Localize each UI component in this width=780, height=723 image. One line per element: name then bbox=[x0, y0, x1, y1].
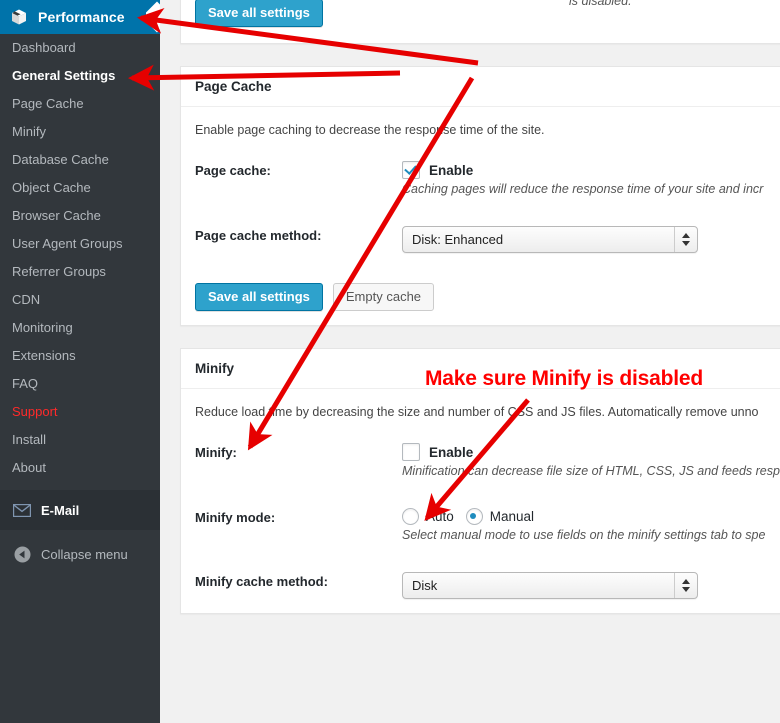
minify-description: Reduce load time by decreasing the size … bbox=[195, 405, 759, 419]
page-cache-method-value: Disk: Enhanced bbox=[412, 232, 504, 247]
sidebar-divider bbox=[0, 482, 160, 490]
sidebar-item-monitoring[interactable]: Monitoring bbox=[0, 314, 160, 342]
sidebar-item-page-cache[interactable]: Page Cache bbox=[0, 90, 160, 118]
page-cache-enable-checkbox-line[interactable]: Enable bbox=[402, 161, 780, 179]
select-stepper-arrows-icon[interactable] bbox=[674, 227, 697, 252]
save-all-settings-button-top[interactable]: Save all settings bbox=[195, 0, 323, 27]
sidebar-item-object-cache[interactable]: Object Cache bbox=[0, 174, 160, 202]
minify-mode-radio-group[interactable]: Auto Manual bbox=[402, 508, 780, 525]
minify-enable-checkbox-line[interactable]: Enable bbox=[402, 443, 780, 461]
sidebar-item-general-settings[interactable]: General Settings bbox=[0, 62, 160, 90]
sidebar-item-install[interactable]: Install bbox=[0, 426, 160, 454]
sidebar-item-cdn[interactable]: CDN bbox=[0, 286, 160, 314]
sidebar-menu-header-performance[interactable]: Performance bbox=[0, 0, 160, 34]
minify-enable-label: Minify: bbox=[195, 445, 237, 460]
sidebar-item-user-agent-groups[interactable]: User Agent Groups bbox=[0, 230, 160, 258]
page-cache-enable-checkbox-label: Enable bbox=[429, 162, 474, 178]
minify-mode-hint: Select manual mode to use fields on the … bbox=[402, 528, 766, 542]
minify-enable-hint: Minification can decrease file size of H… bbox=[402, 464, 780, 478]
page-cache-method-select[interactable]: Disk: Enhanced bbox=[402, 226, 698, 253]
page-cache-method-label: Page cache method: bbox=[195, 228, 322, 243]
top-cut-hint-text: is disabled. bbox=[569, 0, 632, 8]
sidebar-active-notch bbox=[146, 0, 160, 34]
sidebar-item-minify[interactable]: Minify bbox=[0, 118, 160, 146]
minify-enable-checkbox-label: Enable bbox=[429, 444, 474, 460]
minify-method-label: Minify cache method: bbox=[195, 574, 328, 589]
select-stepper-arrows-icon[interactable] bbox=[674, 573, 697, 598]
page-cache-enable-row: Page cache: Enable Caching pages will re… bbox=[195, 161, 780, 198]
annotation-callout-text: Make sure Minify is disabled bbox=[425, 367, 703, 390]
sidebar-item-extensions[interactable]: Extensions bbox=[0, 342, 160, 370]
sidebar-item-database-cache[interactable]: Database Cache bbox=[0, 146, 160, 174]
sidebar-collapse-menu[interactable]: Collapse menu bbox=[0, 530, 160, 574]
empty-cache-button[interactable]: Empty cache bbox=[332, 283, 435, 311]
sidebar-submenu: Dashboard General Settings Page Cache Mi… bbox=[0, 34, 160, 482]
top-partial-panel: is disabled. Save all settings bbox=[180, 0, 780, 44]
sidebar-item-faq[interactable]: FAQ bbox=[0, 370, 160, 398]
sidebar-menu-header-label: Performance bbox=[38, 9, 125, 25]
minify-mode-radio-manual[interactable] bbox=[465, 508, 483, 525]
sidebar-item-dashboard[interactable]: Dashboard bbox=[0, 34, 160, 62]
sidebar-item-email-label: E-Mail bbox=[41, 502, 80, 518]
sidebar-item-about[interactable]: About bbox=[0, 454, 160, 482]
page-cache-enable-checkbox[interactable] bbox=[402, 161, 420, 179]
envelope-icon bbox=[12, 500, 32, 520]
minify-mode-radio-auto-label: Auto bbox=[426, 509, 454, 524]
page-cache-enable-hint: Caching pages will reduce the response t… bbox=[402, 182, 764, 196]
w3-total-cache-cube-icon bbox=[9, 7, 29, 27]
minify-mode-radio-manual-label: Manual bbox=[489, 509, 535, 524]
page-cache-panel-title: Page Cache bbox=[181, 67, 780, 107]
page-cache-description: Enable page caching to decrease the resp… bbox=[195, 123, 545, 137]
sidebar-item-email[interactable]: E-Mail bbox=[0, 490, 160, 530]
page-cache-button-row: Save all settings Empty cache bbox=[195, 283, 780, 311]
minify-method-select[interactable]: Disk bbox=[402, 572, 698, 599]
minify-method-value: Disk bbox=[412, 578, 438, 593]
sidebar-item-browser-cache[interactable]: Browser Cache bbox=[0, 202, 160, 230]
screenshot-root: Performance Dashboard General Settings P… bbox=[0, 0, 780, 723]
minify-enable-checkbox[interactable] bbox=[402, 443, 420, 461]
minify-method-row: Minify cache method: Disk bbox=[195, 572, 780, 599]
page-cache-enable-label: Page cache: bbox=[195, 163, 271, 178]
sidebar-item-referrer-groups[interactable]: Referrer Groups bbox=[0, 258, 160, 286]
page-cache-method-row: Page cache method: Disk: Enhanced bbox=[195, 226, 780, 253]
sidebar-item-support[interactable]: Support bbox=[0, 398, 160, 426]
minify-mode-row: Minify mode: Auto Manual Select manual m… bbox=[195, 508, 780, 544]
minify-enable-row: Minify: Enable Minification can decrease… bbox=[195, 443, 780, 480]
minify-mode-radio-auto[interactable] bbox=[402, 508, 419, 525]
minify-mode-label: Minify mode: bbox=[195, 510, 276, 525]
sidebar-collapse-menu-label: Collapse menu bbox=[41, 546, 128, 562]
settings-content: is disabled. Save all settings Page Cach… bbox=[160, 0, 780, 723]
admin-sidebar: Performance Dashboard General Settings P… bbox=[0, 0, 160, 723]
page-cache-panel: Page Cache Enable page caching to decrea… bbox=[180, 66, 780, 326]
save-all-settings-button-page-cache[interactable]: Save all settings bbox=[195, 283, 323, 311]
collapse-arrow-icon bbox=[12, 544, 32, 564]
